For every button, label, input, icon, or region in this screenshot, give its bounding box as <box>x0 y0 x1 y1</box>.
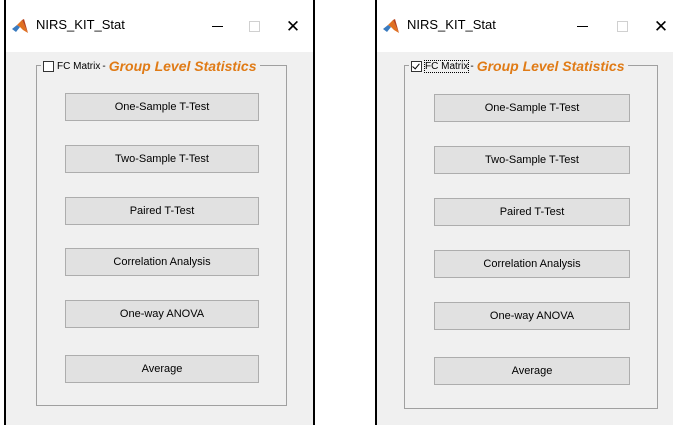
stat-window-right: NIRS_KIT_Stat ✕ FC Matrix - Group Level … <box>375 0 673 425</box>
maximize-button[interactable] <box>242 16 266 36</box>
close-button[interactable]: ✕ <box>649 16 673 36</box>
title-bar[interactable]: NIRS_KIT_Stat ✕ <box>377 0 673 52</box>
minimize-icon <box>211 25 223 27</box>
maximize-button[interactable] <box>610 16 634 36</box>
average-button[interactable]: Average <box>434 357 630 385</box>
one-way-anova-button[interactable]: One-way ANOVA <box>434 302 630 330</box>
close-button[interactable]: ✕ <box>281 16 305 36</box>
maximize-icon <box>616 20 628 32</box>
panel-legend: FC Matrix - Group Level Statistics <box>41 57 260 75</box>
panel-legend: FC Matrix - Group Level Statistics <box>409 57 628 75</box>
matlab-icon <box>383 19 399 33</box>
title-bar[interactable]: NIRS_KIT_Stat ✕ <box>6 0 313 52</box>
one-sample-t-test-button[interactable]: One-Sample T-Test <box>65 93 259 121</box>
matlab-icon <box>12 19 28 33</box>
maximize-icon <box>248 20 260 32</box>
group-title: Group Level Statistics <box>476 58 625 74</box>
average-button[interactable]: Average <box>65 355 259 383</box>
legend-separator: - <box>470 60 474 72</box>
paired-t-test-button[interactable]: Paired T-Test <box>434 198 630 226</box>
close-icon: ✕ <box>285 16 301 36</box>
correlation-analysis-button[interactable]: Correlation Analysis <box>65 248 259 276</box>
window-title: NIRS_KIT_Stat <box>36 17 125 32</box>
fc-matrix-label[interactable]: FC Matrix <box>57 61 100 72</box>
minimize-button[interactable] <box>570 16 594 36</box>
minimize-icon <box>576 25 588 27</box>
legend-separator: - <box>102 60 106 72</box>
paired-t-test-button[interactable]: Paired T-Test <box>65 197 259 225</box>
group-title: Group Level Statistics <box>108 58 257 74</box>
correlation-analysis-button[interactable]: Correlation Analysis <box>434 250 630 278</box>
fc-matrix-label[interactable]: FC Matrix <box>423 59 470 73</box>
two-sample-t-test-button[interactable]: Two-Sample T-Test <box>434 146 630 174</box>
one-sample-t-test-button[interactable]: One-Sample T-Test <box>434 94 630 122</box>
fc-matrix-checkbox[interactable] <box>411 60 422 72</box>
minimize-button[interactable] <box>205 16 229 36</box>
fc-matrix-checkbox[interactable] <box>43 60 54 72</box>
window-title: NIRS_KIT_Stat <box>407 17 496 32</box>
two-sample-t-test-button[interactable]: Two-Sample T-Test <box>65 145 259 173</box>
close-icon: ✕ <box>653 16 669 36</box>
stat-window-left: NIRS_KIT_Stat ✕ FC Matrix - Group Level … <box>4 0 315 425</box>
one-way-anova-button[interactable]: One-way ANOVA <box>65 300 259 328</box>
